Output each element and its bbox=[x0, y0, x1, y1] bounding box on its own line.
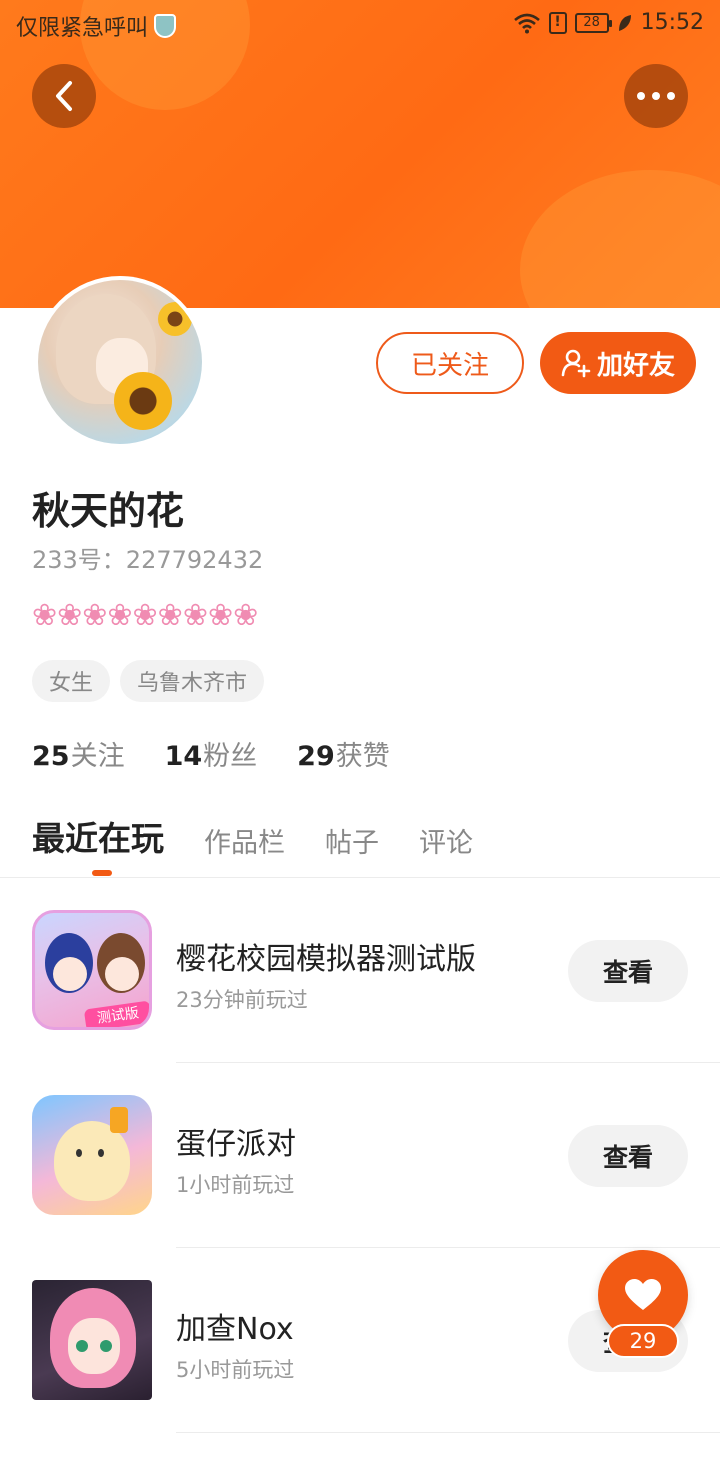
list-item[interactable]: 测试版 樱花校园模拟器测试版 23分钟前玩过 查看 bbox=[0, 910, 720, 1095]
view-button[interactable]: 查看 bbox=[568, 940, 688, 1002]
battery-level: 28 bbox=[583, 14, 600, 30]
add-user-icon bbox=[561, 349, 591, 378]
alert-icon: ! bbox=[548, 11, 567, 34]
user-stats: 25关注 14粉丝 29获赞 bbox=[32, 734, 390, 773]
leaf-icon bbox=[618, 14, 631, 31]
user-name: 秋天的花 bbox=[32, 489, 185, 533]
more-dots-icon bbox=[637, 92, 675, 100]
divider bbox=[176, 1062, 720, 1063]
user-signature: ❀❀❀❀❀❀❀❀❀ bbox=[32, 598, 259, 633]
add-friend-label: 加好友 bbox=[596, 350, 675, 381]
heart-icon bbox=[625, 1279, 661, 1310]
divider bbox=[176, 1247, 720, 1248]
view-button[interactable]: 查看 bbox=[568, 1125, 688, 1187]
clock: 15:52 bbox=[640, 10, 704, 35]
battery-icon: 28 bbox=[574, 12, 612, 33]
game-icon bbox=[32, 1280, 152, 1400]
stat-value: 25 bbox=[32, 741, 70, 772]
stat-value: 29 bbox=[297, 741, 335, 772]
tab-works[interactable]: 作品栏 bbox=[204, 821, 285, 860]
tab-comments[interactable]: 评论 bbox=[419, 821, 473, 860]
game-title: 樱花校园模拟器测试版 bbox=[176, 942, 476, 977]
stat-fans[interactable]: 14粉丝 bbox=[165, 734, 258, 773]
user-tags: 女生 乌鲁木齐市 bbox=[32, 660, 265, 702]
followed-button[interactable]: 已关注 bbox=[376, 332, 524, 394]
tab-indicator bbox=[92, 870, 112, 876]
banner-decoration bbox=[520, 170, 720, 308]
stat-label: 获赞 bbox=[335, 741, 390, 772]
chevron-left-icon bbox=[56, 81, 72, 111]
game-last-played: 1小时前玩过 bbox=[176, 1173, 295, 1197]
stat-following[interactable]: 25关注 bbox=[32, 734, 125, 773]
tab-recently-played[interactable]: 最近在玩 bbox=[32, 812, 164, 860]
game-last-played: 23分钟前玩过 bbox=[176, 988, 308, 1012]
status-bar: 仅限紧急呼叫 ! 28 15:52 bbox=[0, 0, 720, 50]
back-button[interactable] bbox=[32, 64, 96, 128]
avatar-image bbox=[38, 280, 202, 444]
stat-label: 粉丝 bbox=[203, 741, 258, 772]
more-button[interactable] bbox=[624, 64, 688, 128]
list-item[interactable]: 蛋仔派对 1小时前玩过 查看 bbox=[0, 1095, 720, 1280]
game-icon: 测试版 bbox=[32, 910, 152, 1030]
avatar[interactable] bbox=[34, 276, 206, 448]
shield-icon bbox=[154, 14, 177, 38]
carrier-text: 仅限紧急呼叫 bbox=[16, 16, 149, 41]
game-last-played: 5小时前玩过 bbox=[176, 1358, 295, 1382]
like-count: 29 bbox=[607, 1324, 679, 1358]
game-title: 蛋仔派对 bbox=[176, 1127, 296, 1162]
tab-posts[interactable]: 帖子 bbox=[325, 821, 379, 860]
user-id[interactable]: 233号：227792432 bbox=[32, 540, 263, 575]
profile-tabs: 最近在玩 作品栏 帖子 评论 bbox=[32, 812, 473, 860]
divider bbox=[0, 877, 720, 878]
tag-location: 乌鲁木齐市 bbox=[120, 660, 265, 702]
tag-gender: 女生 bbox=[32, 660, 111, 702]
stat-value: 14 bbox=[164, 741, 203, 772]
stat-label: 关注 bbox=[70, 741, 125, 772]
stat-likes: 29获赞 bbox=[297, 734, 390, 773]
game-icon bbox=[32, 1095, 152, 1215]
game-title: 加查Nox bbox=[176, 1312, 294, 1347]
add-friend-button[interactable]: 加好友 bbox=[540, 332, 696, 394]
divider bbox=[176, 1432, 720, 1433]
wifi-icon bbox=[513, 13, 540, 33]
game-icon-badge: 测试版 bbox=[83, 1000, 149, 1027]
